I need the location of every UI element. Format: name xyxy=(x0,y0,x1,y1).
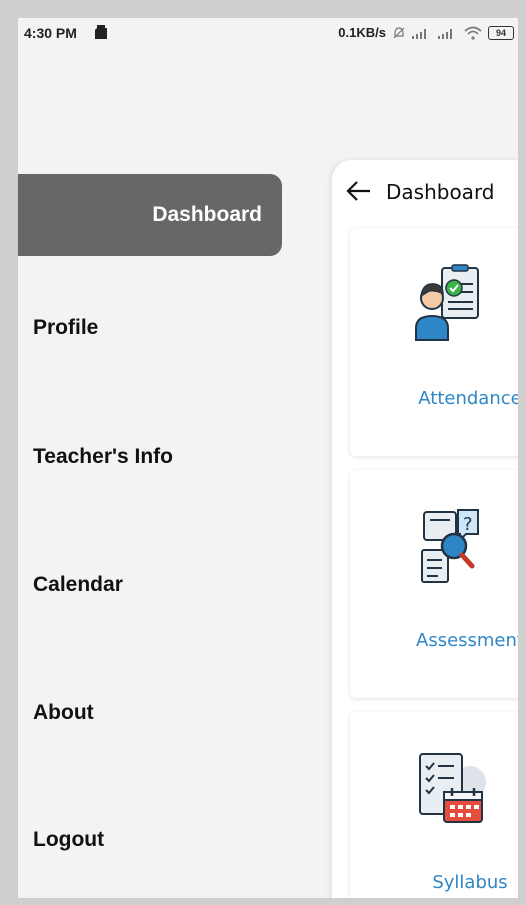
mute-icon xyxy=(393,26,405,38)
assessment-label: Assessment xyxy=(416,630,518,651)
attendance-card[interactable]: Attendance xyxy=(350,228,518,456)
assessment-icon: ? xyxy=(421,509,479,583)
syllabus-icon xyxy=(419,753,486,823)
signal-icon-2 xyxy=(438,28,452,39)
assessment-card[interactable]: ? Assessment xyxy=(350,470,518,698)
drawer-item-teachers-info[interactable]: Teacher's Info xyxy=(33,445,173,469)
device-frame: 4:30 PM 0.1KB/s 94 Dashboard Profile Tea… xyxy=(0,0,526,905)
drawer-item-dashboard[interactable]: Dashboard xyxy=(18,174,282,256)
attendance-icon xyxy=(415,264,479,341)
syllabus-card[interactable]: Syllabus xyxy=(350,712,518,898)
svg-text:?: ? xyxy=(463,514,473,535)
drawer-item-about[interactable]: About xyxy=(33,701,94,725)
wifi-icon xyxy=(464,26,482,40)
dashboard-panel: Dashboard Attendance ? Assessment Syllab… xyxy=(332,160,518,898)
attendance-label: Attendance xyxy=(418,388,518,409)
signal-icon xyxy=(412,28,426,39)
status-icons: 0.1KB/s 94 xyxy=(338,25,514,40)
syllabus-label: Syllabus xyxy=(432,872,508,893)
network-speed: 0.1KB/s xyxy=(338,25,386,40)
navigation-drawer: Dashboard Profile Teacher's Info Calenda… xyxy=(18,18,308,898)
app-screen: 4:30 PM 0.1KB/s 94 Dashboard Profile Tea… xyxy=(18,18,518,898)
back-arrow-icon[interactable] xyxy=(346,181,372,201)
drawer-item-calendar[interactable]: Calendar xyxy=(33,573,123,597)
page-title: Dashboard xyxy=(386,180,495,204)
drawer-item-profile[interactable]: Profile xyxy=(33,316,98,340)
drawer-item-label: Dashboard xyxy=(152,203,262,226)
drawer-item-logout[interactable]: Logout xyxy=(33,828,104,852)
battery-icon: 94 xyxy=(488,25,514,40)
dashboard-header: Dashboard xyxy=(346,177,518,207)
